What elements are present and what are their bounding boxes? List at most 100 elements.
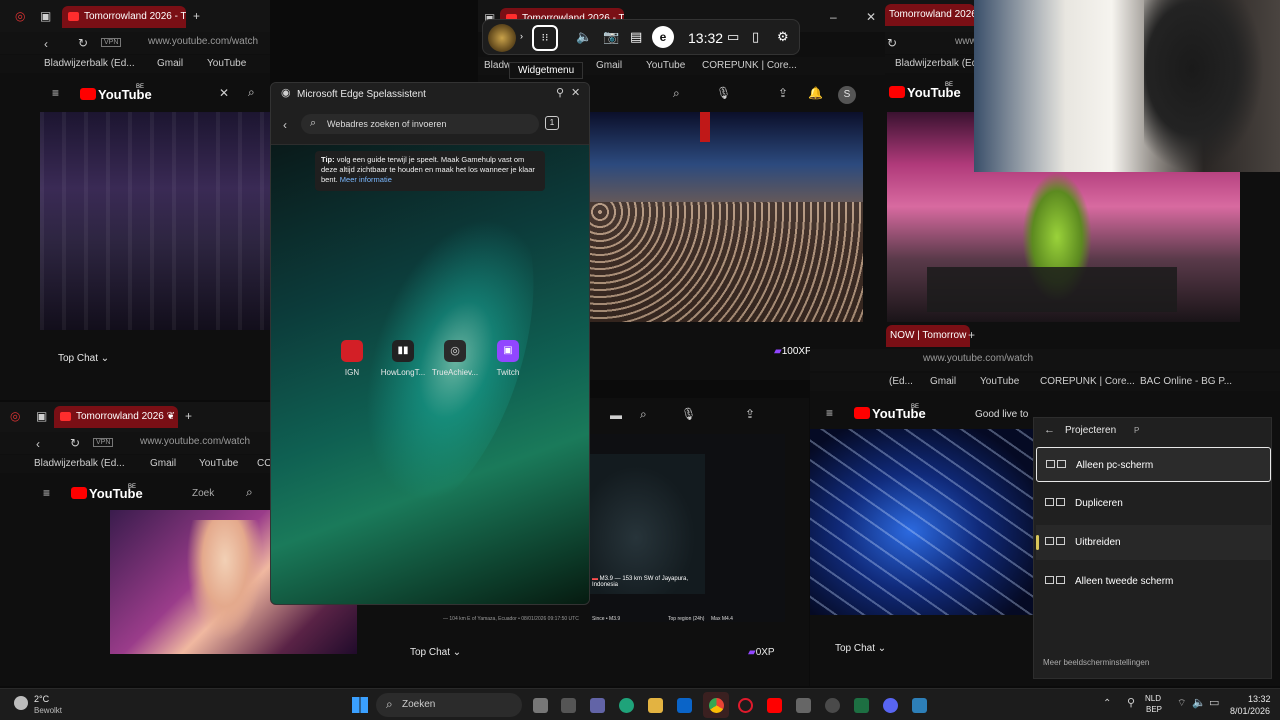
bookmark-corepunk[interactable]: COREPUNK | Core... — [1040, 376, 1135, 387]
menu-icon[interactable]: ≡ — [52, 87, 59, 99]
url-field[interactable]: www.youtube.com/watch — [923, 353, 1033, 364]
tab-tomorrowland[interactable]: Tomorrowland 2026 - Tie — [62, 6, 186, 28]
shortcut-twitch[interactable]: ▣ Twitch — [489, 340, 527, 377]
bookmark-youtube[interactable]: YouTube — [199, 458, 238, 469]
clock-time[interactable]: 13:32 — [1248, 694, 1271, 704]
avatar[interactable]: S — [838, 86, 856, 104]
bookmark-folder[interactable]: Bladwijzerbalk (Ed... — [34, 458, 125, 469]
language-bottom[interactable]: BEP — [1146, 705, 1162, 714]
bookmark-gmail[interactable]: Gmail — [157, 58, 183, 69]
start-icon[interactable] — [352, 697, 368, 713]
upload-icon[interactable]: ⇪ — [778, 87, 788, 99]
excel-icon[interactable] — [854, 698, 869, 713]
reload-icon[interactable]: ↻ — [887, 37, 897, 49]
bookmark-folder[interactable]: (Ed... — [889, 376, 913, 387]
file-explorer-icon[interactable] — [648, 698, 663, 713]
back-icon[interactable]: ‹ — [36, 438, 40, 450]
earthquake-video[interactable]: ▬ M3.9 — 153 km SW of Jayapura, Indonesi… — [590, 434, 785, 622]
clear-search-icon[interactable]: ✕ — [219, 87, 229, 99]
tip-link[interactable]: Meer informatie — [340, 175, 392, 184]
bell-icon[interactable]: 🔔 — [808, 87, 823, 99]
teams-icon[interactable] — [590, 698, 605, 713]
search-icon[interactable]: ⌕ — [673, 87, 680, 99]
search-icon[interactable]: ⌕ — [248, 86, 255, 98]
menu-icon[interactable]: ≡ — [826, 407, 833, 419]
back-icon[interactable]: ← — [1044, 425, 1055, 436]
workspaces-icon[interactable]: ▣ — [36, 410, 47, 422]
top-chat-dropdown[interactable]: Top Chat ⌄ — [835, 643, 886, 654]
search-input[interactable]: Zoek — [192, 488, 214, 499]
weather-desc[interactable]: Bewolkt — [34, 706, 62, 715]
performance-icon[interactable]: ▤ — [630, 30, 642, 43]
upload-icon[interactable]: ⇪ — [745, 408, 755, 420]
tray-chevron-icon[interactable]: ⌃ — [1103, 699, 1111, 709]
store-icon[interactable] — [561, 698, 576, 713]
calculator-icon[interactable] — [796, 698, 811, 713]
more-display-settings-link[interactable]: Meer beeldscherminstellingen — [1043, 658, 1149, 667]
profile-icon[interactable]: ◎ — [15, 10, 25, 22]
reload-icon[interactable]: ↻ — [78, 37, 88, 49]
video-player[interactable] — [40, 112, 270, 330]
mic-icon[interactable]: 🎙 — [681, 408, 696, 420]
new-tab-icon[interactable]: + — [185, 410, 192, 422]
video-player[interactable] — [590, 112, 863, 322]
option-second-only[interactable]: Alleen tweede scherm — [1036, 564, 1271, 599]
search-icon[interactable]: ⌕ — [640, 408, 647, 420]
outlook-icon[interactable] — [677, 698, 692, 713]
video-player[interactable] — [810, 429, 1033, 615]
back-icon[interactable]: ‹ — [44, 38, 48, 50]
bookmark-youtube[interactable]: YouTube — [980, 376, 1019, 387]
back-icon[interactable]: ‹ — [283, 119, 287, 131]
tab-count-button[interactable]: 1 — [545, 116, 559, 130]
weather-temp[interactable]: 2°C — [34, 694, 49, 704]
shortcut-ign[interactable]: IGN — [333, 340, 371, 377]
address-input[interactable]: ⌕ Webadres zoeken of invoeren — [301, 114, 539, 134]
option-pc-only[interactable]: Alleen pc-scherm — [1036, 447, 1271, 482]
camera-icon[interactable]: 📷 — [603, 30, 619, 43]
widget-menu-icon[interactable]: ⁝⁝ — [532, 25, 558, 51]
mouse-icon[interactable]: ▯ — [752, 30, 759, 43]
clear-search-icon[interactable]: ▬ — [610, 409, 622, 421]
language-top[interactable]: NLD — [1145, 694, 1161, 703]
tab-tomorrowland[interactable]: Tomorrowland 2026 ❦ D.i — [54, 406, 178, 428]
top-chat-dropdown[interactable]: Top Chat ⌄ — [58, 353, 109, 364]
clock-date[interactable]: 8/01/2026 — [1230, 706, 1270, 716]
edge-assistant-icon[interactable]: e — [652, 26, 674, 48]
menu-icon[interactable]: ≡ — [43, 487, 50, 499]
new-tab-icon[interactable]: + — [193, 10, 200, 22]
bookmark-gmail[interactable]: Gmail — [930, 376, 956, 387]
chevron-right-icon[interactable]: › — [520, 32, 523, 41]
bookmark-bac[interactable]: BAC Online - BG P... — [1140, 376, 1232, 387]
edge-taskbar-icon[interactable] — [619, 698, 634, 713]
search-input[interactable]: Good live to — [975, 409, 1028, 420]
bookmark-folder[interactable]: Bladwijzerbalk (Ed... — [895, 58, 986, 69]
bookmark-corepunk[interactable]: COREPUNK | Core... — [702, 60, 797, 71]
pin-icon[interactable]: ⚲ — [556, 88, 564, 99]
option-duplicate[interactable]: Dupliceren — [1036, 486, 1271, 521]
discord-icon[interactable] — [883, 698, 898, 713]
close-icon[interactable]: ✕ — [571, 88, 580, 99]
reload-icon[interactable]: ↻ — [70, 437, 80, 449]
wifi-icon[interactable]: ⌔ — [1177, 699, 1186, 709]
close-window-icon[interactable]: ✕ — [866, 11, 876, 23]
bookmark-youtube[interactable]: YouTube — [207, 58, 246, 69]
task-view-icon[interactable] — [533, 698, 548, 713]
chrome-icon[interactable] — [709, 698, 724, 713]
bookmark-gmail[interactable]: Gmail — [150, 458, 176, 469]
minimize-icon[interactable]: – — [830, 11, 837, 23]
bookmark-folder[interactable]: Bladw — [484, 60, 511, 71]
tab-tomorrowland[interactable]: NOW | Tomorrow — [886, 325, 970, 347]
new-tab-icon[interactable]: + — [968, 329, 975, 341]
volume-icon[interactable]: 🔈 — [1192, 698, 1206, 709]
search-icon[interactable]: ⌕ — [246, 486, 253, 498]
url-field[interactable]: www.youtube.com/watch — [140, 436, 250, 447]
workspaces-icon[interactable]: ▣ — [40, 10, 51, 22]
top-chat-dropdown[interactable]: Top Chat ⌄ — [410, 647, 461, 658]
profile-icon[interactable]: ◎ — [10, 410, 20, 422]
battery-icon[interactable]: ▭ — [1209, 698, 1219, 709]
steam-icon[interactable] — [825, 698, 840, 713]
youtube-taskbar-icon[interactable] — [767, 698, 782, 713]
vpn-badge[interactable]: VPN — [93, 438, 114, 447]
bookmark-gmail[interactable]: Gmail — [596, 60, 622, 71]
taskbar-search[interactable]: ⌕ Zoeken — [376, 693, 522, 717]
